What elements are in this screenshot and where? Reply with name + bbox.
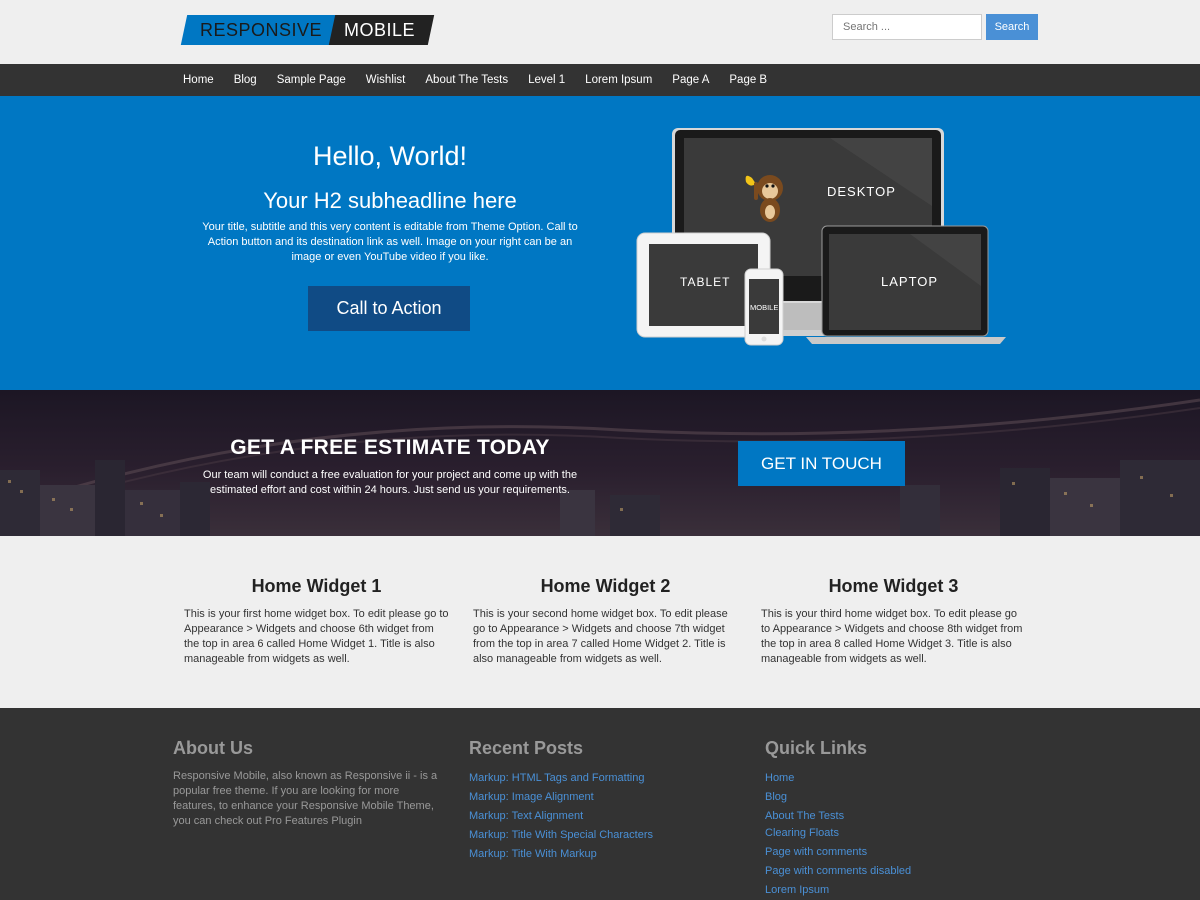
site-footer: About Us Responsive Mobile, also known a… bbox=[0, 708, 1200, 900]
footer-quick-links: Quick Links Home Blog About The Tests Cl… bbox=[765, 738, 1035, 900]
recent-post-link[interactable]: Markup: Image Alignment bbox=[469, 788, 739, 807]
hero-title: Hello, World! bbox=[312, 141, 468, 171]
city-skyline-background bbox=[0, 398, 1200, 536]
quick-link-page-with-comments[interactable]: Page with comments bbox=[765, 843, 1035, 862]
estimate-title: GET A FREE ESTIMATE TODAY bbox=[230, 436, 550, 459]
logo-text-1: RESPONSIVE bbox=[200, 20, 323, 40]
nav-item-wishlist[interactable]: Wishlist bbox=[356, 64, 416, 96]
nav-item-home[interactable]: Home bbox=[173, 64, 224, 96]
mobile-label: MOBILE bbox=[750, 303, 778, 312]
widget-text: This is your second home widget box. To … bbox=[473, 608, 728, 665]
recent-post-link[interactable]: Markup: Text Alignment bbox=[469, 807, 739, 826]
logo-part-2: MOBILE bbox=[328, 15, 435, 45]
widget-text: This is your third home widget box. To e… bbox=[761, 608, 1023, 665]
recent-posts-list: Markup: HTML Tags and Formatting Markup:… bbox=[469, 769, 739, 864]
nav-item-blog[interactable]: Blog bbox=[224, 64, 267, 96]
search-button[interactable]: Search bbox=[986, 14, 1038, 40]
estimate-text: Our team will conduct a free evaluation … bbox=[202, 469, 578, 496]
logo-part-1: RESPONSIVE bbox=[180, 15, 338, 45]
widget-title: Home Widget 1 bbox=[251, 576, 382, 596]
tablet-label: TABLET bbox=[680, 275, 730, 289]
search-input[interactable] bbox=[832, 14, 982, 40]
hero-subtitle: Your H2 subheadline here bbox=[263, 188, 517, 213]
recent-post-link[interactable]: Markup: HTML Tags and Formatting bbox=[469, 769, 739, 788]
logo-text-2: MOBILE bbox=[344, 20, 416, 40]
recent-post-link[interactable]: Markup: Title With Markup bbox=[469, 845, 739, 864]
laptop-label: LAPTOP bbox=[881, 274, 938, 289]
nav-item-page-a[interactable]: Page A bbox=[662, 64, 719, 96]
quick-links-list: Home Blog About The Tests Clearing Float… bbox=[765, 769, 1035, 900]
quick-link-clearing-floats[interactable]: Clearing Floats bbox=[765, 824, 1035, 843]
call-to-action-button[interactable]: Call to Action bbox=[308, 286, 470, 331]
hero-text: Your title, subtitle and this very conte… bbox=[202, 221, 578, 263]
quick-link-page-with-comments-disabled[interactable]: Page with comments disabled bbox=[765, 862, 1035, 881]
quick-link-lorem-ipsum[interactable]: Lorem Ipsum bbox=[765, 881, 1035, 900]
nav-item-lorem-ipsum[interactable]: Lorem Ipsum bbox=[575, 64, 662, 96]
nav-item-about-the-tests[interactable]: About The Tests bbox=[415, 64, 518, 96]
home-widget-3: Home Widget 3 This is your third home wi… bbox=[761, 576, 1026, 667]
home-widgets: Home Widget 1 This is your first home wi… bbox=[0, 536, 1200, 708]
desktop-label: DESKTOP bbox=[827, 184, 896, 199]
home-widget-2: Home Widget 2 This is your second home w… bbox=[473, 576, 738, 667]
widget-title: Home Widget 3 bbox=[828, 576, 959, 596]
footer-about-title: About Us bbox=[173, 738, 253, 758]
nav-list: Home Blog Sample Page Wishlist About The… bbox=[173, 64, 777, 96]
site-header: RESPONSIVE MOBILE Search bbox=[0, 0, 1200, 64]
main-nav: Home Blog Sample Page Wishlist About The… bbox=[0, 64, 1200, 96]
widget-text: This is your first home widget box. To e… bbox=[184, 608, 449, 665]
get-in-touch-button[interactable]: GET IN TOUCH bbox=[738, 441, 905, 486]
footer-recent-posts-title: Recent Posts bbox=[469, 738, 584, 758]
site-logo[interactable]: RESPONSIVE MOBILE bbox=[180, 15, 435, 45]
quick-link-home[interactable]: Home bbox=[765, 769, 1035, 788]
nav-item-sample-page[interactable]: Sample Page bbox=[267, 64, 356, 96]
widget-title: Home Widget 2 bbox=[540, 576, 671, 596]
home-widget-1: Home Widget 1 This is your first home wi… bbox=[184, 576, 449, 667]
nav-item-page-b[interactable]: Page B bbox=[719, 64, 777, 96]
nav-item-level-1[interactable]: Level 1 bbox=[518, 64, 575, 96]
footer-about-text: Responsive Mobile, also known as Respons… bbox=[173, 770, 438, 827]
recent-post-link[interactable]: Markup: Title With Special Characters bbox=[469, 826, 739, 845]
devices-illustration: DESKTOP LAPTOP TABLET MOBILE bbox=[636, 128, 1006, 346]
footer-quick-links-title: Quick Links bbox=[765, 738, 868, 758]
quick-link-blog[interactable]: Blog bbox=[765, 788, 1035, 807]
hero-section: Hello, World! Your H2 subheadline here Y… bbox=[0, 96, 1200, 390]
quick-link-about-the-tests[interactable]: About The Tests bbox=[765, 809, 1035, 824]
estimate-section: GET A FREE ESTIMATE TODAY Our team will … bbox=[0, 390, 1200, 536]
footer-recent-posts: Recent Posts Markup: HTML Tags and Forma… bbox=[469, 738, 739, 864]
footer-about: About Us Responsive Mobile, also known a… bbox=[173, 738, 443, 829]
